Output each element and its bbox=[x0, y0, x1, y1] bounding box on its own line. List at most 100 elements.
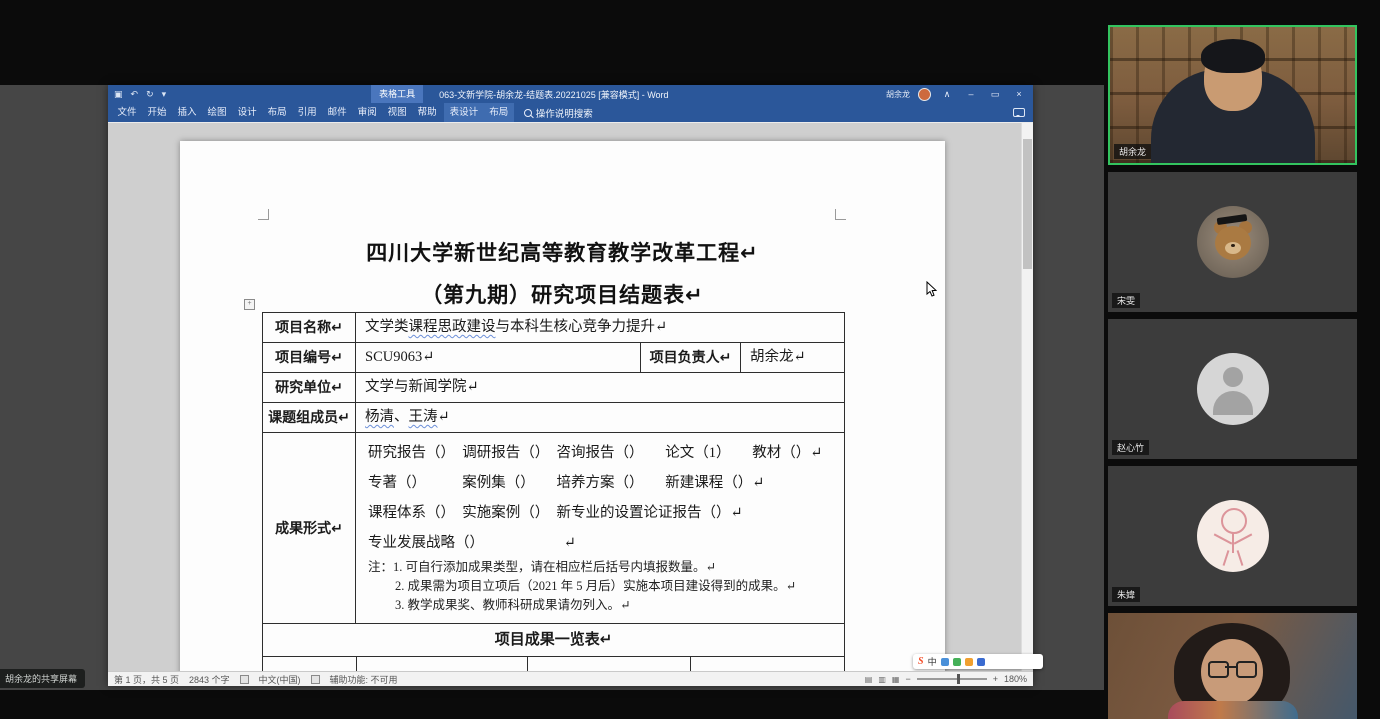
zoom-in-button[interactable]: + bbox=[993, 674, 998, 684]
undo-icon[interactable]: ↶ bbox=[131, 89, 139, 100]
word-count[interactable]: 2843 个字 bbox=[189, 673, 230, 686]
spellcheck-icon[interactable] bbox=[240, 675, 249, 684]
title-bar-controls: 胡余龙 ∧ – ▭ × bbox=[886, 88, 1027, 101]
project-name-label[interactable]: 项目名称↵ bbox=[263, 313, 356, 343]
tab-review[interactable]: 审阅 bbox=[352, 103, 382, 122]
team-members-label[interactable]: 课题组成员↵ bbox=[263, 403, 356, 433]
accessibility-status[interactable]: 辅助功能: 不可用 bbox=[330, 673, 398, 686]
read-mode-icon[interactable]: ▤ bbox=[865, 675, 873, 684]
participant-name: 胡余龙 bbox=[1114, 144, 1151, 159]
tab-design[interactable]: 设计 bbox=[232, 103, 262, 122]
participant-name: 赵心竹 bbox=[1112, 440, 1149, 455]
sogou-logo-icon[interactable]: S bbox=[918, 656, 924, 667]
participant-tile-video[interactable] bbox=[1108, 613, 1357, 719]
participant-tile-video[interactable]: 胡余龙 bbox=[1108, 25, 1357, 165]
tab-file[interactable]: 文件 bbox=[112, 103, 142, 122]
sogou-toolbox-icon[interactable] bbox=[965, 658, 973, 666]
account-avatar[interactable] bbox=[918, 88, 931, 101]
sogou-grid-icon[interactable] bbox=[977, 658, 985, 666]
scrollbar-thumb[interactable] bbox=[1023, 139, 1032, 269]
tab-home[interactable]: 开始 bbox=[142, 103, 172, 122]
margin-corner-mark bbox=[258, 209, 269, 220]
empty-cell[interactable] bbox=[528, 657, 691, 672]
tab-view[interactable]: 视图 bbox=[382, 103, 412, 122]
table-row: 项目成果一览表↵ bbox=[263, 624, 844, 657]
zoom-slider[interactable] bbox=[917, 678, 987, 680]
document-title: 063-文新学院-胡余龙-结题表.20221025 [兼容模式] - Word bbox=[439, 88, 668, 101]
tab-mailings[interactable]: 邮件 bbox=[322, 103, 352, 122]
tab-references[interactable]: 引用 bbox=[292, 103, 322, 122]
comments-icon[interactable] bbox=[1013, 108, 1025, 117]
line-drawing-avatar bbox=[1197, 500, 1269, 572]
empty-cell[interactable] bbox=[263, 657, 357, 672]
print-layout-icon[interactable]: ▥ bbox=[878, 675, 886, 684]
participant-tile-avatar[interactable]: 宋雯 bbox=[1108, 172, 1357, 312]
tab-help[interactable]: 帮助 bbox=[412, 103, 442, 122]
sogou-chinese-mode-icon[interactable]: 中 bbox=[928, 655, 937, 668]
minimize-button[interactable]: – bbox=[963, 89, 979, 99]
zoom-slider-thumb[interactable] bbox=[957, 674, 960, 684]
tab-table-layout[interactable]: 布局 bbox=[484, 103, 514, 122]
save-icon[interactable]: ▣ bbox=[114, 89, 123, 100]
redo-icon[interactable]: ↻ bbox=[146, 89, 154, 100]
results-list-title[interactable]: 项目成果一览表↵ bbox=[263, 624, 844, 656]
project-name-value[interactable]: 文学类课程思政建设与本科生核心竞争力提升↵ bbox=[356, 313, 844, 343]
outcome-line: 课程体系（） 实施案例（） 新专业的设置论证报告（）↵ bbox=[368, 498, 840, 528]
tell-me-search[interactable]: 操作说明搜索 bbox=[524, 106, 593, 120]
accessibility-icon[interactable] bbox=[311, 675, 320, 684]
document-page[interactable]: 四川大学新世纪高等教育教学改革工程↵ （第九期）研究项目结题表↵ + 项目名称↵… bbox=[180, 141, 945, 672]
ribbon-tab-row: 文件 开始 插入 绘图 设计 布局 引用 邮件 审阅 视图 帮助 表设计 布局 … bbox=[108, 103, 1033, 122]
sogou-input-toolbar: S 中 bbox=[913, 654, 1043, 669]
avatar-head bbox=[1223, 367, 1243, 387]
zoom-out-button[interactable]: − bbox=[905, 674, 910, 684]
project-form-table: 项目名称↵ 文学类课程思政建设与本科生核心竞争力提升↵ 项目编号↵ SCU906… bbox=[262, 312, 845, 672]
research-unit-label[interactable]: 研究单位↵ bbox=[263, 373, 356, 403]
glasses-bridge bbox=[1225, 666, 1236, 668]
tab-table-design[interactable]: 表设计 bbox=[444, 103, 484, 122]
drawing-leg bbox=[1236, 550, 1243, 566]
qat-more-icon[interactable]: ▾ bbox=[162, 89, 167, 100]
participant-tile-avatar[interactable]: 赵心竹 bbox=[1108, 319, 1357, 459]
table-row: 课题组成员↵ 杨清、王涛↵ bbox=[263, 403, 844, 433]
table-move-handle[interactable]: + bbox=[244, 299, 255, 310]
project-name-prefix: 文学类 bbox=[365, 319, 409, 335]
tab-layout[interactable]: 布局 bbox=[262, 103, 292, 122]
doc-title-line2[interactable]: （第九期）研究项目结题表↵ bbox=[180, 279, 945, 309]
document-area: 四川大学新世纪高等教育教学改革工程↵ （第九期）研究项目结题表↵ + 项目名称↵… bbox=[108, 122, 1033, 672]
account-name[interactable]: 胡余龙 bbox=[886, 89, 910, 100]
zoom-level[interactable]: 180% bbox=[1004, 674, 1027, 684]
team-members-value[interactable]: 杨清、王涛↵ bbox=[356, 403, 844, 433]
word-window: ▣ ↶ ↻ ▾ 表格工具 063-文新学院-胡余龙-结题表.20221025 [… bbox=[108, 85, 1033, 686]
empty-cell[interactable] bbox=[691, 657, 844, 672]
participant-tile-avatar[interactable]: 朱媁 bbox=[1108, 466, 1357, 606]
sogou-pen-icon[interactable] bbox=[941, 658, 949, 666]
doc-title-line1[interactable]: 四川大学新世纪高等教育教学改革工程↵ bbox=[180, 237, 945, 267]
project-number-value[interactable]: SCU9063↵ bbox=[356, 343, 641, 373]
outcome-form-label[interactable]: 成果形式↵ bbox=[263, 433, 356, 623]
outcome-line: 研究报告（） 调研报告（） 咨询报告（） 论文（1） 教材（）↵ bbox=[368, 438, 840, 468]
close-button[interactable]: × bbox=[1011, 89, 1027, 99]
member-1: 杨清 bbox=[365, 409, 394, 425]
glasses-icon bbox=[1208, 661, 1229, 678]
tab-draw[interactable]: 绘图 bbox=[202, 103, 232, 122]
vertical-scrollbar[interactable] bbox=[1021, 123, 1033, 672]
outcome-line: 专著（） 案例集（） 培养方案（） 新建课程（）↵ bbox=[368, 468, 840, 498]
project-number-label[interactable]: 项目编号↵ bbox=[263, 343, 356, 373]
tab-insert[interactable]: 插入 bbox=[172, 103, 202, 122]
research-unit-value[interactable]: 文学与新闻学院↵ bbox=[356, 373, 844, 403]
avatar-shoulders bbox=[1213, 391, 1253, 415]
ribbon-options-icon[interactable]: ∧ bbox=[939, 89, 955, 100]
drawing-arm bbox=[1233, 533, 1252, 544]
restore-button[interactable]: ▭ bbox=[987, 89, 1003, 100]
drawing-leg bbox=[1222, 550, 1229, 566]
outcome-form-content[interactable]: 研究报告（） 调研报告（） 咨询报告（） 论文（1） 教材（）↵ 专著（） 案例… bbox=[356, 433, 844, 623]
empty-cell[interactable] bbox=[357, 657, 528, 672]
web-layout-icon[interactable]: ▦ bbox=[892, 675, 900, 684]
language-indicator[interactable]: 中文(中国) bbox=[259, 673, 301, 686]
project-leader-label[interactable]: 项目负责人↵ bbox=[641, 343, 741, 373]
outcome-line: 专业发展战略（） ↵ bbox=[368, 528, 840, 558]
glasses-icon bbox=[1236, 661, 1257, 678]
project-leader-value[interactable]: 胡余龙↵ bbox=[741, 343, 844, 373]
page-indicator[interactable]: 第 1 页，共 5 页 bbox=[114, 673, 179, 686]
sogou-mic-icon[interactable] bbox=[953, 658, 961, 666]
